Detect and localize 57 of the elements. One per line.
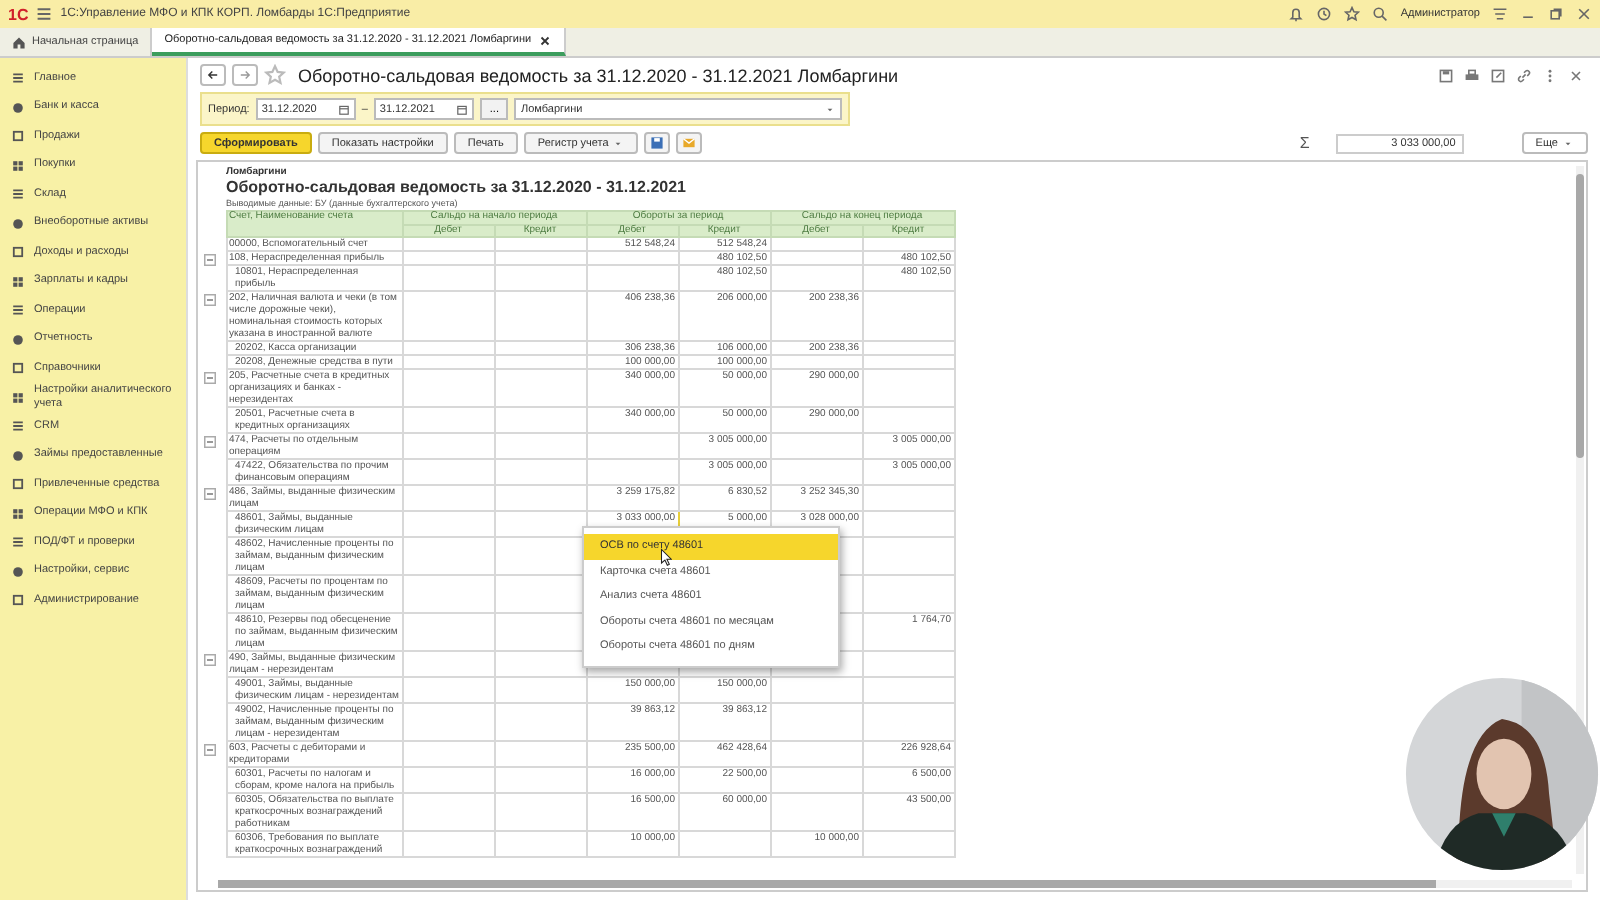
circle-icon xyxy=(12,333,24,346)
report-title: Оборотно-сальдовая ведомость за 31.12.2020 - 31.12.2021 xyxy=(226,178,688,198)
grid-icon xyxy=(12,275,24,288)
circle-icon xyxy=(12,217,24,230)
collapse-icon[interactable] xyxy=(204,653,216,665)
history-icon[interactable] xyxy=(1316,6,1333,22)
star-icon[interactable] xyxy=(1344,6,1361,22)
collapse-icon[interactable] xyxy=(204,743,216,755)
collapse-icon[interactable] xyxy=(204,435,216,447)
square-icon xyxy=(12,246,24,259)
circle-icon xyxy=(12,565,24,578)
list-icon xyxy=(12,304,24,317)
collapse-icon[interactable] xyxy=(204,293,216,305)
envelope-icon xyxy=(682,136,697,150)
list-icon xyxy=(12,188,24,201)
square-icon xyxy=(12,362,24,375)
list-icon xyxy=(12,420,24,433)
save-icon[interactable] xyxy=(1438,67,1454,83)
collapse-icon[interactable] xyxy=(204,253,216,265)
square-icon xyxy=(12,478,24,491)
menu-icon[interactable] xyxy=(36,6,53,22)
settings-icon[interactable] xyxy=(1492,6,1508,22)
circle-icon xyxy=(12,101,24,114)
caret-icon xyxy=(1562,137,1574,149)
close-icon[interactable] xyxy=(537,33,552,47)
list-icon xyxy=(12,72,24,85)
collapse-icon[interactable] xyxy=(204,371,216,383)
grid-icon xyxy=(12,159,24,172)
grid-icon xyxy=(12,391,24,404)
caret-icon[interactable] xyxy=(824,103,837,115)
restore-icon[interactable] xyxy=(1548,6,1564,22)
bell-icon[interactable] xyxy=(1288,6,1305,22)
back-button[interactable] xyxy=(200,64,226,86)
save-button[interactable] xyxy=(644,132,671,154)
horizontal-scrollbar[interactable] xyxy=(218,880,1572,888)
list-icon xyxy=(12,536,24,549)
collapse-icon[interactable] xyxy=(204,487,216,499)
grid-icon xyxy=(12,507,24,520)
home-icon xyxy=(12,35,26,49)
arrow-left-icon xyxy=(206,68,220,82)
app-logo: 1С xyxy=(8,5,29,23)
arrow-right-icon xyxy=(238,68,252,82)
caret-icon xyxy=(612,137,625,149)
save-icon xyxy=(650,136,665,150)
calendar-icon[interactable] xyxy=(455,103,468,115)
square-icon xyxy=(12,130,24,143)
square-icon xyxy=(12,594,24,607)
star-icon[interactable] xyxy=(264,64,286,86)
calendar-icon[interactable] xyxy=(337,103,350,115)
link-icon[interactable] xyxy=(1516,67,1532,83)
form-title: Оборотно-сальдовая ведомость за 31.12.2020 - 31.12.2021 Ломбаргини xyxy=(298,65,899,85)
expand-icon[interactable] xyxy=(1490,67,1506,83)
cursor-icon xyxy=(660,548,672,566)
print-icon[interactable] xyxy=(1464,67,1480,83)
search-icon[interactable] xyxy=(1372,6,1389,22)
circle-icon xyxy=(12,449,24,462)
sum-sign: Σ xyxy=(1299,134,1310,152)
